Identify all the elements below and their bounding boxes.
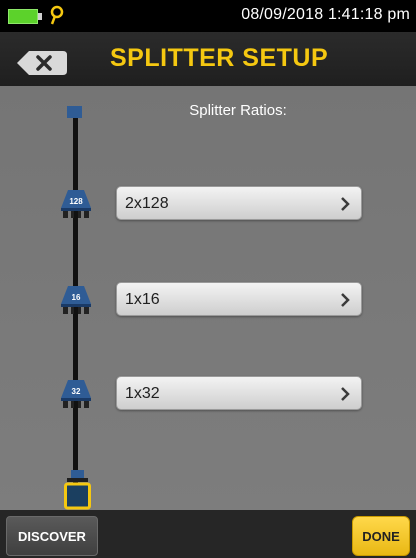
done-button[interactable]: DONE	[352, 516, 410, 556]
chevron-right-icon	[341, 293, 350, 307]
splitter-ratio-button-3[interactable]: 1x32	[116, 376, 362, 410]
discover-label: DISCOVER	[18, 529, 86, 544]
splitter-icon-2: 16	[61, 286, 91, 314]
splitter-icon-label: 32	[72, 387, 81, 396]
section-label: Splitter Ratios:	[189, 102, 287, 119]
splitter-icon-1: 128	[61, 190, 91, 218]
pin-icon	[50, 5, 64, 25]
discover-button[interactable]: DISCOVER	[6, 516, 98, 556]
ratio-label: 1x32	[125, 385, 160, 402]
splitter-ratio-button-2[interactable]: 1x16	[116, 282, 362, 316]
connector-end-icon	[64, 470, 91, 510]
chevron-right-icon	[341, 387, 350, 401]
battery-tip	[38, 13, 42, 20]
ratio-label: 1x16	[125, 291, 160, 308]
chevron-right-icon	[341, 197, 350, 211]
back-button[interactable]	[17, 51, 67, 75]
datetime: 08/09/2018 1:41:18 pm	[241, 6, 410, 23]
done-label: DONE	[362, 529, 400, 544]
status-bar: 08/09/2018 1:41:18 pm	[0, 0, 416, 32]
fiber-start-cap	[67, 106, 82, 118]
splitter-icon-label: 128	[69, 197, 83, 206]
splitter-icon-label: 16	[72, 293, 81, 302]
bottom-bar: DISCOVER DONE	[0, 510, 416, 558]
splitter-ratio-button-1[interactable]: 2x128	[116, 186, 362, 220]
page-title: SPLITTER SETUP	[110, 44, 329, 72]
battery-icon	[8, 9, 38, 24]
splitter-panel: Splitter Ratios: 128 2x128 16 1x16 32 1x…	[0, 86, 416, 510]
title-bar: SPLITTER SETUP	[0, 32, 416, 86]
ratio-label: 2x128	[125, 195, 169, 212]
splitter-icon-3: 32	[61, 380, 91, 408]
